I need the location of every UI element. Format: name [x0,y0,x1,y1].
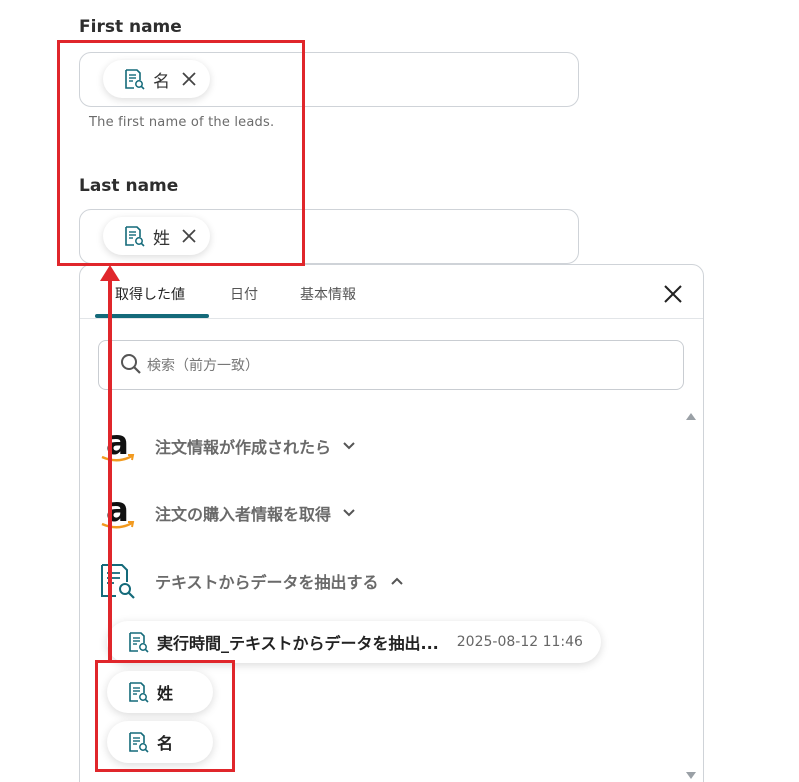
search-placeholder: 検索（前方一致） [147,358,259,374]
scroll-up-arrow[interactable] [686,413,696,420]
group-order-created[interactable]: a 注文情報が作成されたら [98,423,357,465]
doc-search-icon [101,564,135,599]
first-name-label: First name [79,17,182,37]
search-icon [121,354,141,374]
tab-basic-info[interactable]: 基本情報 [300,284,356,304]
chevron-up-icon [390,577,403,585]
tab-acquired-values[interactable]: 取得した値 [115,284,185,304]
chevron-down-icon [343,509,355,517]
value-name: 実行時間_テキストからデータを抽出... [157,634,439,653]
group-buyer-info[interactable]: a 注文の購入者情報を取得 [98,490,357,532]
value-time: 2025-08-12 11:46 [456,634,583,650]
highlight-box-values [95,660,235,772]
group-label: 注文情報が作成されたら [155,438,332,457]
doc-search-icon [129,632,149,653]
highlight-box-fields [57,40,305,266]
value-execution-time[interactable]: 実行時間_テキストからデータを抽出... 2025-08-12 11:46 [107,621,601,663]
group-label: 注文の購入者情報を取得 [155,505,332,524]
tab-divider [80,318,703,319]
scroll-down-arrow[interactable] [686,772,696,779]
chevron-down-icon [343,442,355,450]
group-extract-text[interactable]: テキストからデータを抽出する [98,562,405,600]
tab-date[interactable]: 日付 [230,284,258,304]
group-label: テキストからデータを抽出する [155,573,379,592]
annotation-arrow-head [100,265,120,281]
amazon-logo: a [98,423,138,465]
annotation-arrow-shaft [108,280,112,662]
amazon-logo: a [98,490,138,532]
close-icon[interactable] [662,283,684,305]
